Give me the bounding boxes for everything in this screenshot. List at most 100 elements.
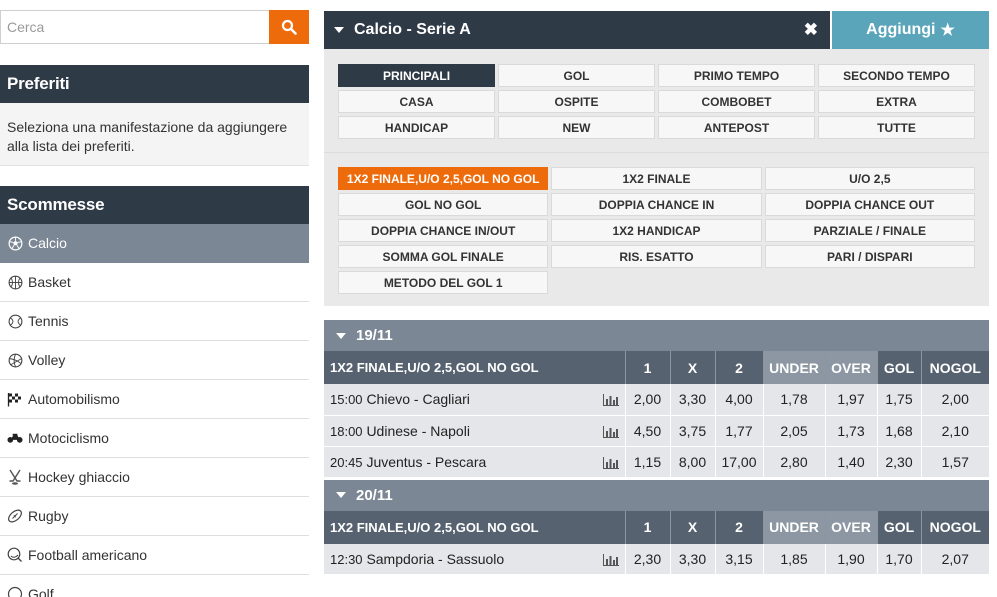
table-row: 20:45 Juventus - Pescara 1,15 8,00 17,00…: [324, 446, 989, 478]
odd-cell[interactable]: 1,40: [824, 446, 877, 478]
odd-cell[interactable]: 2,00: [920, 384, 989, 416]
market-button[interactable]: 1X2 FINALE,U/O 2,5,GOL NO GOL: [338, 167, 549, 190]
sidebar-item-rugby[interactable]: Rugby: [0, 497, 309, 536]
golf-icon: [7, 586, 23, 597]
event-cell[interactable]: 15:00 Chievo - Cagliari: [324, 384, 625, 416]
market-button[interactable]: GOL NO GOL: [338, 193, 549, 216]
column-header: 1X2 FINALE,U/O 2,5,GOL NO GOL: [324, 351, 625, 384]
tab-new[interactable]: NEW: [498, 116, 655, 139]
market-button[interactable]: DOPPIA CHANCE IN/OUT: [338, 219, 549, 242]
event-cell[interactable]: 18:00 Udinese - Napoli: [324, 415, 625, 447]
market-button[interactable]: METODO DEL GOL 1: [338, 271, 549, 294]
tab-extra[interactable]: EXTRA: [818, 90, 975, 113]
odd-cell[interactable]: 3,15: [714, 543, 763, 575]
market-button[interactable]: SOMMA GOL FINALE: [338, 245, 549, 268]
odd-cell[interactable]: 3,30: [669, 384, 715, 416]
odd-cell[interactable]: 2,80: [762, 446, 825, 478]
odd-cell[interactable]: 1,73: [824, 415, 877, 447]
market-button[interactable]: PARI / DISPARI: [764, 245, 975, 268]
market-button[interactable]: PARZIALE / FINALE: [764, 219, 975, 242]
sidebar-item-calcio[interactable]: Calcio: [0, 224, 309, 263]
event-name: Juventus - Pescara: [366, 453, 487, 470]
sidebar-item-tennis[interactable]: Tennis: [0, 302, 309, 341]
odd-cell[interactable]: 3,30: [669, 543, 715, 575]
odd-cell[interactable]: 1,15: [624, 446, 670, 478]
chevron-down-icon: [336, 332, 346, 339]
odd-cell[interactable]: 1,68: [876, 415, 921, 447]
divider: [324, 152, 989, 153]
stats-chart-icon[interactable]: [602, 456, 619, 472]
sidebar-item-label: Hockey ghiaccio: [28, 469, 130, 485]
tab-gol[interactable]: GOL: [498, 64, 655, 87]
tab-principali[interactable]: PRINCIPALI: [338, 64, 495, 87]
column-header: 1X2 FINALE,U/O 2,5,GOL NO GOL: [324, 510, 625, 544]
tab-handicap[interactable]: HANDICAP: [338, 116, 495, 139]
sidebar-item-motociclismo[interactable]: Motociclismo: [0, 419, 309, 458]
column-header: GOL: [876, 351, 921, 384]
odd-cell[interactable]: 1,70: [876, 543, 921, 575]
odd-cell[interactable]: 4,00: [714, 384, 763, 416]
sidebar-item-football-americano[interactable]: Football americano: [0, 536, 309, 575]
odd-cell[interactable]: 8,00: [669, 446, 715, 478]
sidebar-item-basket[interactable]: Basket: [0, 263, 309, 302]
sidebar-item-label: Rugby: [28, 508, 69, 524]
event-time: 20:45: [330, 454, 363, 470]
sidebar-item-hockey-ghiaccio[interactable]: Hockey ghiaccio: [0, 458, 309, 497]
close-icon[interactable]: ✖: [804, 21, 818, 38]
event-time: 12:30: [330, 551, 363, 567]
odd-cell[interactable]: 2,05: [762, 415, 825, 447]
table-row: 18:00 Udinese - Napoli 4,50 3,75 1,77 2,…: [324, 415, 989, 447]
add-favorite-button[interactable]: Aggiungi ★: [830, 11, 989, 49]
chevron-down-icon: [334, 27, 344, 33]
hockey-sticks-icon: [7, 469, 23, 485]
odd-cell[interactable]: 1,90: [824, 543, 877, 575]
sidebar-item-volley[interactable]: Volley: [0, 341, 309, 380]
odd-cell[interactable]: 1,78: [762, 384, 825, 416]
tab-secondo-tempo[interactable]: SECONDO TEMPO: [818, 64, 975, 87]
event-time: 18:00: [330, 423, 363, 439]
tab-casa[interactable]: CASA: [338, 90, 495, 113]
stats-chart-icon[interactable]: [602, 553, 619, 569]
day-header[interactable]: 20/11: [324, 479, 989, 511]
tab-ospite[interactable]: OSPITE: [498, 90, 655, 113]
event-cell[interactable]: 12:30 Sampdoria - Sassuolo: [324, 543, 625, 575]
odd-cell[interactable]: 1,75: [876, 384, 921, 416]
odd-cell[interactable]: 2,30: [624, 543, 670, 575]
day-header[interactable]: 19/11: [324, 320, 989, 351]
search-button[interactable]: [269, 10, 309, 44]
market-button[interactable]: 1X2 HANDICAP: [551, 219, 762, 242]
sidebar-item-golf[interactable]: Golf: [0, 575, 309, 597]
odd-cell[interactable]: 1,77: [714, 415, 763, 447]
stats-chart-icon[interactable]: [602, 425, 619, 441]
competition-title-bar[interactable]: Calcio - Serie A ✖: [324, 11, 830, 49]
tab-antepost[interactable]: ANTEPOST: [658, 116, 815, 139]
market-button[interactable]: RIS. ESATTO: [551, 245, 762, 268]
tab-primo-tempo[interactable]: PRIMO TEMPO: [658, 64, 815, 87]
odd-cell[interactable]: 2,07: [920, 543, 989, 575]
stats-chart-icon[interactable]: [602, 393, 619, 409]
category-tabs: PRINCIPALI GOL PRIMO TEMPO SECONDO TEMPO…: [338, 64, 975, 139]
market-button[interactable]: U/O 2,5: [764, 167, 975, 190]
odd-cell[interactable]: 3,75: [669, 415, 715, 447]
tab-combobet[interactable]: COMBOBET: [658, 90, 815, 113]
market-button[interactable]: DOPPIA CHANCE IN: [551, 193, 762, 216]
event-cell[interactable]: 20:45 Juventus - Pescara: [324, 446, 625, 478]
odd-cell[interactable]: 2,00: [624, 384, 670, 416]
basketball-icon: [7, 274, 23, 290]
sidebar-item-automobilismo[interactable]: Automobilismo: [0, 380, 309, 419]
column-header: X: [669, 351, 715, 384]
market-button[interactable]: 1X2 FINALE: [551, 167, 762, 190]
odd-cell[interactable]: 1,57: [920, 446, 989, 478]
odd-cell[interactable]: 2,10: [920, 415, 989, 447]
tab-tutte[interactable]: TUTTE: [818, 116, 975, 139]
odd-cell[interactable]: 4,50: [624, 415, 670, 447]
odds-table: 1X2 FINALE,U/O 2,5,GOL NO GOL 1 X 2 UNDE…: [324, 351, 989, 478]
odd-cell[interactable]: 17,00: [714, 446, 763, 478]
odd-cell[interactable]: 2,30: [876, 446, 921, 478]
search-input[interactable]: [0, 10, 269, 44]
odd-cell[interactable]: 1,85: [762, 543, 825, 575]
odd-cell[interactable]: 1,97: [824, 384, 877, 416]
sidebar-item-label: Football americano: [28, 547, 148, 563]
market-button[interactable]: DOPPIA CHANCE OUT: [764, 193, 975, 216]
favorites-header: Preferiti: [0, 65, 309, 103]
